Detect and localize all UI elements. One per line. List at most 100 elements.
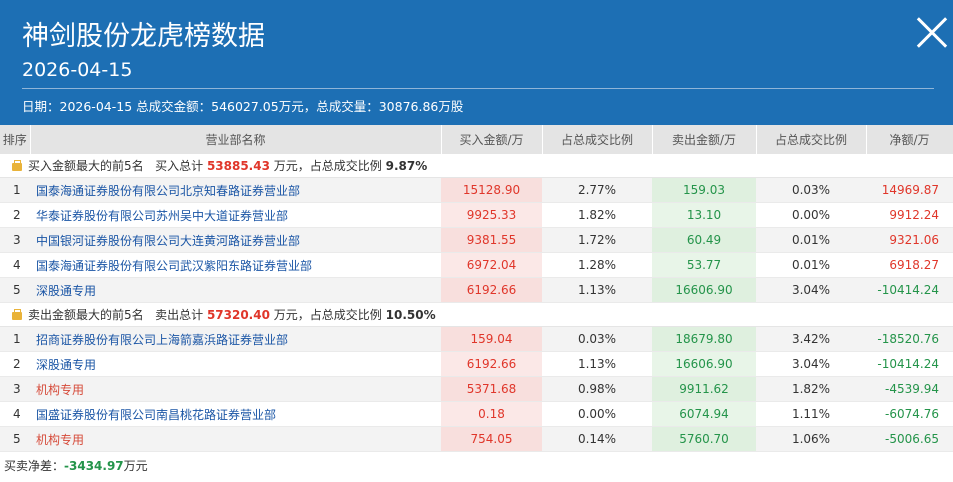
- table-row: 1 国泰海通证券股份有限公司北京知春路证券营业部 15128.90 2.77% 159.…: [0, 177, 953, 203]
- net-difference-value: -3434.97: [64, 459, 124, 473]
- row-rank: 5: [0, 426, 30, 452]
- close-icon[interactable]: [916, 17, 948, 49]
- table-row: 5 机构专用 754.05 0.14% 5760.70 1.06% -5006.65: [0, 426, 953, 452]
- branch-link[interactable]: 华泰证券股份有限公司苏州吴中大道证券营业部: [30, 202, 441, 228]
- buy-ratio: 0.98%: [542, 376, 652, 402]
- branch-link[interactable]: 深股通专用: [30, 351, 441, 377]
- buy-amount: 15128.90: [441, 177, 542, 203]
- section-unit-label: 万元，占总成交比例: [273, 159, 382, 173]
- briefcase-icon: [12, 160, 22, 171]
- section-label: 卖出金额最大的前5名: [28, 308, 144, 322]
- row-rank: 4: [0, 401, 30, 427]
- table-header-row: 排序 营业部名称 买入金额/万 占总成交比例 卖出金额/万 占总成交比例 净额/…: [0, 125, 953, 154]
- row-rank: 4: [0, 252, 30, 278]
- net-difference-label: 买卖净差：: [4, 459, 65, 473]
- table-row: 1 招商证券股份有限公司上海箭嘉浜路证券营业部 159.04 0.03% 18679.8…: [0, 326, 953, 352]
- section-caption: 买入金额最大的前5名 买入总计 53885.43 万元，占总成交比例 9.87%: [0, 154, 953, 178]
- branch-link[interactable]: 招商证券股份有限公司上海箭嘉浜路证券营业部: [30, 326, 441, 352]
- sell-amount: 60.49: [652, 227, 756, 253]
- sell-amount: 16606.90: [652, 277, 756, 303]
- buy-amount: 9381.55: [441, 227, 542, 253]
- sell-section-header: 卖出金额最大的前5名 卖出总计 57320.40 万元，占总成交比例 10.50…: [0, 302, 953, 327]
- col-sell-ratio: 占总成交比例: [756, 125, 867, 154]
- buy-ratio: 1.82%: [542, 202, 652, 228]
- buy-amount: 159.04: [441, 326, 542, 352]
- col-net: 净额/万: [866, 125, 953, 154]
- row-rank: 1: [0, 177, 30, 203]
- buy-section-header: 买入金额最大的前5名 买入总计 53885.43 万元，占总成交比例 9.87%: [0, 154, 953, 178]
- buy-amount: 5371.68: [441, 376, 542, 402]
- net-amount: -5006.65: [866, 426, 953, 452]
- buy-ratio: 1.72%: [542, 227, 652, 253]
- net-amount: -18520.76: [866, 326, 953, 352]
- row-rank: 2: [0, 351, 30, 377]
- section-caption: 卖出金额最大的前5名 卖出总计 57320.40 万元，占总成交比例 10.50…: [0, 302, 953, 327]
- net-amount: 9912.24: [866, 202, 953, 228]
- buy-amount: 9925.33: [441, 202, 542, 228]
- net-amount: -10414.24: [866, 351, 953, 377]
- buy-ratio: 0.03%: [542, 326, 652, 352]
- buy-ratio: 0.00%: [542, 401, 652, 427]
- sell-amount: 13.10: [652, 202, 756, 228]
- sell-amount: 18679.80: [652, 326, 756, 352]
- row-rank: 5: [0, 277, 30, 303]
- buy-ratio: 1.28%: [542, 252, 652, 278]
- section-ratio: 10.50%: [385, 308, 436, 322]
- branch-link[interactable]: 深股通专用: [30, 277, 441, 303]
- section-unit-label: 万元，占总成交比例: [273, 308, 382, 322]
- branch-link[interactable]: 机构专用: [30, 426, 441, 452]
- buy-ratio: 1.13%: [542, 277, 652, 303]
- branch-link[interactable]: 国泰海通证券股份有限公司武汉紫阳东路证券营业部: [30, 252, 441, 278]
- col-rank: 排序: [0, 125, 31, 154]
- briefcase-icon: [12, 309, 22, 320]
- row-rank: 3: [0, 227, 30, 253]
- sell-ratio: 0.01%: [756, 227, 866, 253]
- table-row: 2 华泰证券股份有限公司苏州吴中大道证券营业部 9925.33 1.82% 13.10 0…: [0, 202, 953, 228]
- table-row: 5 深股通专用 6192.66 1.13% 16606.90 3.04% -10414.24: [0, 277, 953, 303]
- buy-amount: 754.05: [441, 426, 542, 452]
- page-title: 神剑股份龙虎榜数据: [22, 21, 265, 52]
- sell-amount: 16606.90: [652, 351, 756, 377]
- section-total: 57320.40: [206, 308, 270, 322]
- section-label: 买入金额最大的前5名: [28, 159, 144, 173]
- sell-amount: 5760.70: [652, 426, 756, 452]
- header-divider: [22, 88, 934, 89]
- sell-ratio: 1.06%: [756, 426, 866, 452]
- branch-link[interactable]: 机构专用: [30, 376, 441, 402]
- sell-ratio: 1.11%: [756, 401, 866, 427]
- trade-summary: 日期：2026-04-15 总成交金额：546027.05万元，总成交量：308…: [22, 99, 464, 114]
- buy-ratio: 1.13%: [542, 351, 652, 377]
- row-rank: 3: [0, 376, 30, 402]
- dragon-tiger-table: 排序 营业部名称 买入金额/万 占总成交比例 卖出金额/万 占总成交比例 净额/…: [0, 125, 953, 452]
- net-amount: -4539.94: [866, 376, 953, 402]
- sell-ratio: 1.82%: [756, 376, 866, 402]
- sell-ratio: 3.04%: [756, 351, 866, 377]
- sell-ratio: 0.00%: [756, 202, 866, 228]
- branch-link[interactable]: 国泰海通证券股份有限公司北京知春路证券营业部: [30, 177, 441, 203]
- section-total-label: 卖出总计: [155, 308, 204, 322]
- net-amount: -10414.24: [866, 277, 953, 303]
- sell-ratio: 0.03%: [756, 177, 866, 203]
- sell-ratio: 3.42%: [756, 326, 866, 352]
- net-amount: 14969.87: [866, 177, 953, 203]
- sell-ratio: 0.01%: [756, 252, 866, 278]
- net-difference: 买卖净差：-3434.97万元: [0, 452, 953, 479]
- table-row: 4 国盛证券股份有限公司南昌桃花路证券营业部 0.18 0.00% 6074.94 1.1…: [0, 401, 953, 427]
- page-date: 2026-04-15: [22, 59, 133, 81]
- section-total: 53885.43: [206, 159, 270, 173]
- branch-link[interactable]: 中国银河证券股份有限公司大连黄河路证券营业部: [30, 227, 441, 253]
- table-row: 2 深股通专用 6192.66 1.13% 16606.90 3.04% -10414.24: [0, 351, 953, 377]
- buy-amount: 6192.66: [441, 351, 542, 377]
- table-row: 3 中国银河证券股份有限公司大连黄河路证券营业部 9381.55 1.72% 60.49…: [0, 227, 953, 253]
- col-branch: 营业部名称: [30, 125, 442, 154]
- col-sell-amount: 卖出金额/万: [652, 125, 757, 154]
- buy-amount: 0.18: [441, 401, 542, 427]
- buy-ratio: 2.77%: [542, 177, 652, 203]
- buy-amount: 6972.04: [441, 252, 542, 278]
- dialog-header: 神剑股份龙虎榜数据 2026-04-15 日期：2026-04-15 总成交金额…: [0, 0, 953, 125]
- branch-link[interactable]: 国盛证券股份有限公司南昌桃花路证券营业部: [30, 401, 441, 427]
- section-total-label: 买入总计: [155, 159, 204, 173]
- net-amount: 9321.06: [866, 227, 953, 253]
- row-rank: 1: [0, 326, 30, 352]
- sell-amount: 6074.94: [652, 401, 756, 427]
